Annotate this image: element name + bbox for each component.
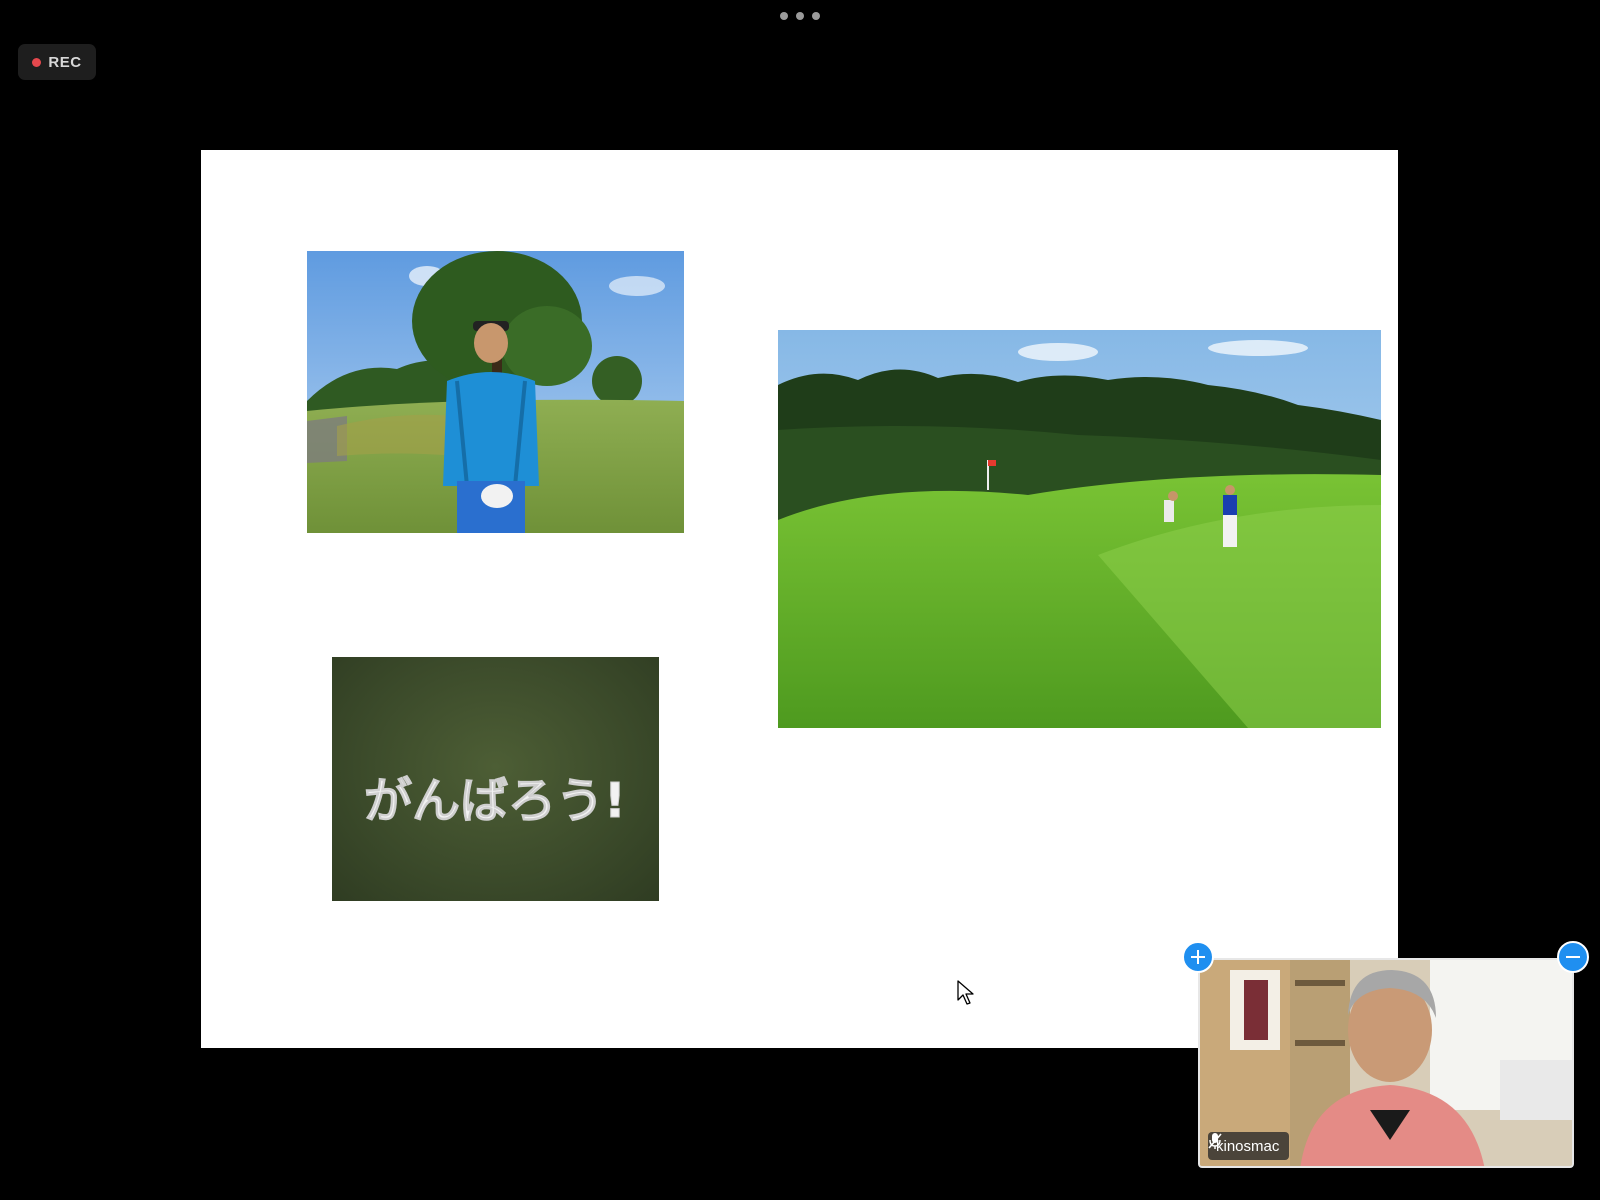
mouse-cursor-icon	[957, 980, 974, 1005]
golf-balls-photo: がんばろう!	[332, 657, 659, 901]
dot	[812, 12, 820, 20]
golf-course-photo	[778, 330, 1381, 728]
message-text: がんばろう!	[364, 773, 626, 829]
dot	[780, 12, 788, 20]
screen-share-view: REC がんばろう! kinosmac	[0, 0, 1600, 1200]
course-photo-art	[778, 330, 1381, 728]
golfer-photo-art	[307, 251, 684, 533]
rec-dot-icon	[32, 57, 42, 67]
dot	[796, 12, 804, 20]
shared-slide: がんばろう!	[201, 150, 1398, 1048]
recording-indicator[interactable]: REC	[18, 44, 96, 80]
participant-name: kinosmac	[1216, 1137, 1280, 1155]
self-video-tile[interactable]: kinosmac	[1198, 958, 1574, 1168]
plus-icon	[1191, 950, 1205, 964]
golf-balls-message: がんばろう!	[364, 773, 627, 830]
participant-name-tag: kinosmac	[1208, 1132, 1290, 1160]
more-options-icon[interactable]	[780, 10, 820, 22]
enlarge-video-button[interactable]	[1182, 941, 1214, 973]
golfer-portrait-photo	[307, 251, 684, 533]
minus-icon	[1566, 956, 1580, 958]
minimize-video-button[interactable]	[1557, 941, 1589, 973]
rec-label: REC	[48, 53, 82, 71]
mic-muted-icon	[1208, 1133, 1222, 1149]
